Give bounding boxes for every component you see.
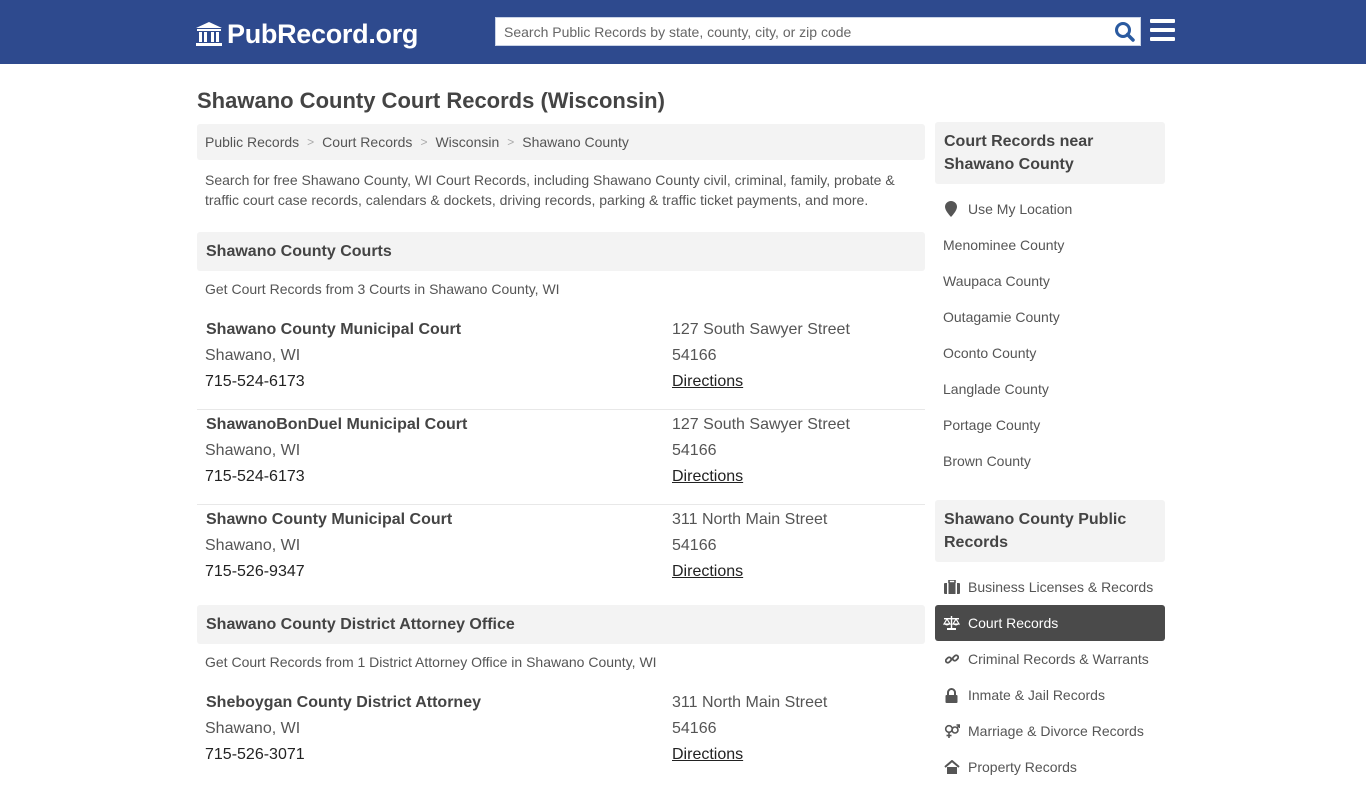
breadcrumb-court-records[interactable]: Court Records [322, 134, 412, 150]
court-city: Shawano, WI [205, 347, 301, 364]
court-listing: Shawno County Municipal Court Shawano, W… [197, 505, 925, 600]
sidebar-item-business-licenses[interactable]: Business Licenses & Records [935, 569, 1165, 605]
court-city: Shawano, WI [205, 537, 301, 554]
menu-bar [1150, 28, 1175, 32]
court-name: Shawano County Municipal Court [206, 321, 462, 338]
section-subtitle-district-attorney: Get Court Records from 1 District Attorn… [205, 654, 657, 670]
sidebar-item-label: Criminal Records & Warrants [968, 651, 1149, 667]
nearby-county-link[interactable]: Portage County [943, 417, 1040, 433]
lock-icon [943, 687, 960, 703]
breadcrumb-separator: > [307, 135, 315, 149]
district-attorney-listing: Sheboygan County District Attorney Shawa… [197, 688, 925, 783]
intro-text: Search for free Shawano County, WI Court… [205, 172, 895, 208]
office-city: Shawano, WI [205, 720, 301, 737]
section-heading-courts: Shawano County Courts [197, 232, 925, 271]
directions-link[interactable]: Directions [672, 746, 743, 764]
breadcrumb-separator: > [420, 135, 428, 149]
sidebar-heading-nearby: Court Records near Shawano County [935, 122, 1165, 184]
top-navigation-bar: PubRecord.org [0, 0, 1366, 64]
menu-bar [1150, 19, 1175, 23]
court-phone: 715-526-9347 [205, 563, 305, 580]
court-street: 127 South Sawyer Street [672, 321, 850, 338]
court-zip: 54166 [672, 347, 717, 364]
sidebar-item-label: Property Records [968, 759, 1077, 775]
use-my-location-link[interactable]: Use My Location [943, 201, 1072, 217]
sidebar-item-criminal-records[interactable]: Criminal Records & Warrants [935, 641, 1165, 677]
breadcrumb: Public Records > Court Records > Wiscons… [197, 124, 925, 160]
logo-text: PubRecord.org [227, 19, 419, 49]
office-street: 311 North Main Street [672, 694, 828, 711]
sidebar-item-label: Inmate & Jail Records [968, 687, 1105, 703]
home-icon [943, 759, 960, 775]
map-marker-icon [943, 201, 959, 217]
link-icon [943, 651, 960, 667]
gender-icon [943, 723, 960, 739]
court-city: Shawano, WI [205, 442, 301, 459]
court-phone: 715-524-6173 [205, 373, 305, 390]
section-subtitle-courts: Get Court Records from 3 Courts in Shawa… [205, 281, 560, 297]
sidebar-item-label: Marriage & Divorce Records [968, 723, 1144, 739]
court-street: 127 South Sawyer Street [672, 416, 850, 433]
court-street: 311 North Main Street [672, 511, 828, 528]
nearby-county-link[interactable]: Waupaca County [943, 273, 1050, 289]
court-name: Shawno County Municipal Court [206, 511, 453, 528]
nearby-county-link[interactable]: Langlade County [943, 381, 1049, 397]
directions-link[interactable]: Directions [672, 468, 743, 486]
court-listing: ShawanoBonDuel Municipal Court Shawano, … [197, 410, 925, 505]
sidebar-item-marriage-divorce[interactable]: Marriage & Divorce Records [935, 713, 1165, 749]
search-box [495, 17, 1141, 46]
office-name: Sheboygan County District Attorney [206, 694, 481, 711]
site-logo[interactable]: PubRecord.org [195, 18, 418, 50]
court-zip: 54166 [672, 537, 717, 554]
nearby-county-link[interactable]: Brown County [943, 453, 1031, 469]
court-zip: 54166 [672, 442, 717, 459]
breadcrumb-separator: > [507, 135, 515, 149]
breadcrumb-shawano-county[interactable]: Shawano County [522, 134, 629, 150]
sidebar-item-court-records[interactable]: Court Records [935, 605, 1165, 641]
sidebar-item-label: Business Licenses & Records [968, 579, 1154, 595]
breadcrumb-wisconsin[interactable]: Wisconsin [435, 134, 499, 150]
directions-link[interactable]: Directions [672, 563, 743, 581]
page-title: Shawano County Court Records (Wisconsin) [197, 88, 665, 113]
breadcrumb-public-records[interactable]: Public Records [205, 134, 299, 150]
nearby-county-link[interactable]: Outagamie County [943, 309, 1060, 325]
office-zip: 54166 [672, 720, 717, 737]
use-my-location-label: Use My Location [968, 201, 1073, 217]
nearby-county-link[interactable]: Oconto County [943, 345, 1036, 361]
courthouse-icon [196, 22, 222, 46]
menu-bar [1150, 37, 1175, 41]
section-heading-district-attorney: Shawano County District Attorney Office [197, 605, 925, 644]
briefcase-icon [943, 579, 960, 595]
search-icon[interactable] [1114, 21, 1136, 43]
sidebar-item-inmate-records[interactable]: Inmate & Jail Records [935, 677, 1165, 713]
sidebar-heading-public-records: Shawano County Public Records [935, 500, 1165, 562]
court-name: ShawanoBonDuel Municipal Court [206, 416, 468, 433]
sidebar-item-label: Court Records [968, 615, 1059, 631]
office-phone: 715-526-3071 [205, 746, 305, 763]
hamburger-menu-icon[interactable] [1150, 19, 1176, 43]
directions-link[interactable]: Directions [672, 373, 743, 391]
search-input[interactable] [496, 18, 1106, 45]
sidebar-item-property-records[interactable]: Property Records [935, 749, 1165, 785]
court-listing: Shawano County Municipal Court Shawano, … [197, 315, 925, 410]
scales-icon [943, 615, 960, 631]
court-phone: 715-524-6173 [205, 468, 305, 485]
nearby-county-link[interactable]: Menominee County [943, 237, 1064, 253]
